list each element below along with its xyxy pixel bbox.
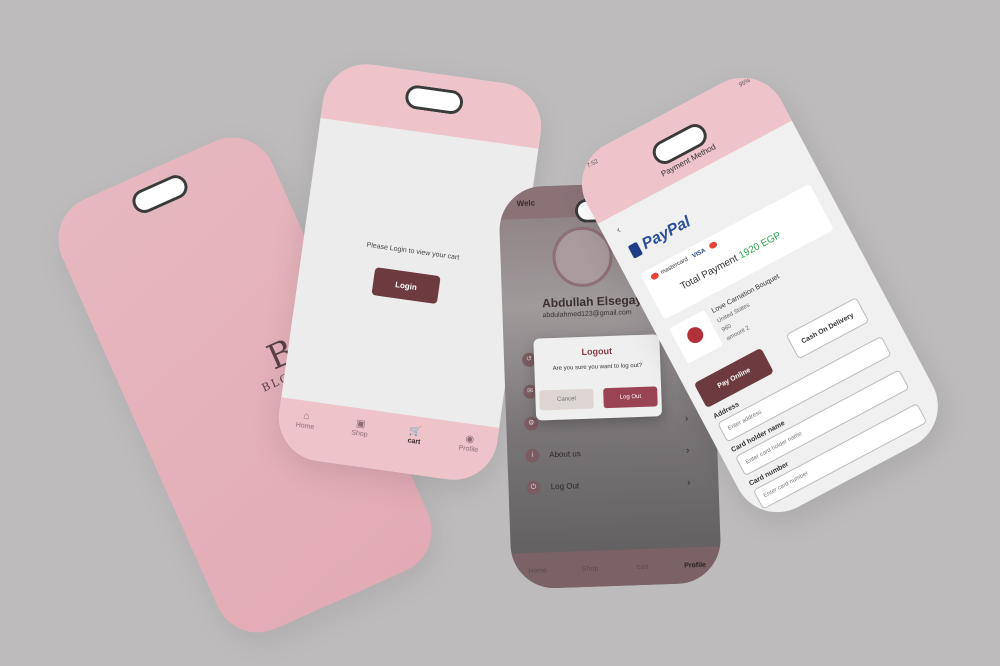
info-icon: i (525, 448, 540, 463)
nav-shop[interactable]: Shop (570, 565, 610, 573)
total-amount: 1920 EGP (737, 229, 784, 262)
back-arrow-icon[interactable]: ‹ (615, 225, 623, 236)
nav-cart[interactable]: cart (623, 563, 663, 571)
paypal-text: PayPal (639, 213, 694, 254)
menu-item-about[interactable]: i About us › (525, 443, 700, 469)
nav-label: Home (528, 566, 548, 575)
nav-label: cart (407, 437, 421, 447)
product-image (669, 309, 724, 364)
nav-label: cart (636, 563, 649, 571)
visa-logo: VISA (691, 247, 707, 260)
mastercard-icon (708, 240, 719, 250)
logout-icon: ⏻ (526, 480, 541, 495)
nav-label: Shop (350, 429, 369, 439)
dialog-message: Are you sure you want to log out? (552, 362, 643, 372)
login-prompt: Please Login to view your cart (366, 241, 460, 262)
menu-item-logout[interactable]: ⏻ Log Out › (526, 475, 701, 501)
menu-label: About us (549, 449, 581, 460)
nav-label: Shop (581, 565, 599, 573)
dialog-title: Logout (581, 345, 613, 357)
cancel-button[interactable]: Cancel (539, 388, 594, 411)
nav-label: Profile (684, 561, 707, 570)
chevron-right-icon: › (684, 413, 689, 425)
chevron-right-icon: › (685, 445, 690, 457)
nav-home[interactable]: ⌂ Home (285, 408, 327, 432)
welcome-text: Welc (516, 198, 536, 209)
nav-label: Home (295, 421, 315, 432)
bottom-nav: Home Shop cart Profile (510, 546, 722, 590)
paypal-icon (627, 241, 644, 259)
mastercard-text: mastercard (659, 256, 690, 277)
mastercard-icon (649, 271, 660, 281)
nav-profile[interactable]: ◉ Profile (448, 431, 490, 455)
product-price: 960 (721, 323, 733, 334)
nav-shop[interactable]: ▣ Shop (339, 416, 381, 440)
profile-email: abdulahmed123@gmail.com (542, 309, 632, 320)
nav-cart[interactable]: 🛒 cart (394, 424, 436, 448)
nav-home[interactable]: Home (518, 566, 558, 575)
settings-icon: ⚙ (524, 416, 539, 432)
nav-profile[interactable]: Profile (675, 561, 715, 569)
menu-label: Log Out (550, 481, 580, 492)
chevron-right-icon: › (686, 477, 691, 489)
logout-dialog: Logout Are you sure you want to log out?… (533, 334, 663, 421)
nav-label: Profile (458, 444, 479, 455)
login-button[interactable]: Login (371, 267, 441, 305)
confirm-logout-button[interactable]: Log Out (603, 386, 658, 409)
phone-notch (128, 171, 192, 217)
